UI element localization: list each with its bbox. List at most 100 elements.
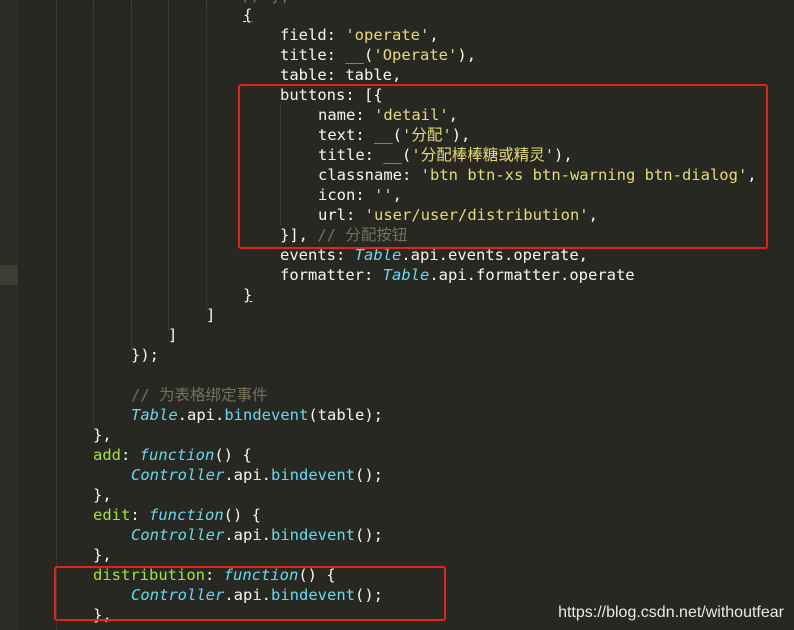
punctuation: }, [93,606,112,624]
code-line[interactable]: text: __('分配'), [318,125,470,145]
keyword: function [139,446,215,464]
code-line[interactable]: }, [93,545,112,565]
function-name: __ [374,126,393,144]
member-access: .api.events.operate, [401,246,588,264]
punctuation: ] [168,326,178,344]
code-line[interactable]: }); [131,345,159,365]
code-line[interactable]: table: table, [280,65,401,85]
punctuation: () { [214,446,252,464]
string-literal: 'Operate' [373,46,458,64]
brace: { [243,6,253,24]
code-line[interactable]: Table.api.bindevent(table); [131,405,383,425]
punctuation: }); [131,346,159,364]
string-literal: 'user/user/distribution' [364,206,589,224]
indent-guide [206,0,207,310]
string-literal: '' [374,186,393,204]
object-key: buttons [280,86,346,104]
string-literal: '分配棒棒糖或精灵' [411,146,555,164]
method-name: bindevent [224,406,309,424]
method-name: bindevent [271,466,355,484]
class-name: Controller [131,526,225,544]
punctuation: ] [206,306,216,324]
code-line[interactable]: ] [206,305,215,325]
object-key: table [280,66,327,84]
code-line[interactable]: url: 'user/user/distribution', [318,205,598,225]
code-line[interactable]: name: 'detail', [318,105,458,125]
string-literal: 'btn btn-xs btn-warning btn-dialog' [420,166,748,184]
current-line-marker [0,265,18,285]
code-line[interactable]: events: Table.api.events.operate, [280,245,588,265]
code-line[interactable]: }], // 分配按钮 [280,225,407,245]
keyword: function [149,506,224,524]
code-line[interactable]: Controller.api.bindevent(); [131,465,383,485]
function-name: __ [345,46,365,64]
punctuation: (); [355,466,383,484]
code-line[interactable]: edit: function() { [93,505,261,525]
code-editor[interactable]: // }, { field: 'operate', title: __('Ope… [0,0,794,630]
method-key: add [93,446,121,464]
indent-guide [131,0,132,350]
comment: // 分配按钮 [317,226,408,244]
identifier: table [345,66,393,84]
punctuation: }, [93,426,112,444]
object-key: formatter [280,266,364,284]
member-access: .api. [224,526,271,544]
code-line[interactable]: title: __('分配棒棒糖或精灵'), [318,145,573,165]
object-key: title [280,46,327,64]
code-line[interactable]: Controller.api.bindevent(); [131,525,383,545]
member-access: .api. [224,586,271,604]
object-key: classname [318,166,402,184]
watermark: https://blog.csdn.net/withoutfear [558,604,784,621]
method-key: distribution [93,566,205,584]
object-key: field [280,26,327,44]
code-line[interactable]: buttons: [{ [280,85,383,105]
string-literal: '分配' [402,126,452,144]
indent-guide [56,0,57,630]
string-literal: 'operate' [345,26,430,44]
member-access: .api. [177,406,225,424]
indent-guide [93,0,94,430]
punctuation: }, [93,546,112,564]
code-line[interactable]: add: function() { [93,445,252,465]
object-key: events [280,246,336,264]
object-key: url [318,206,346,224]
object-key: icon [318,186,356,204]
code-line[interactable]: field: 'operate', [280,25,439,45]
comment: // 为表格绑定事件 [131,386,268,404]
member-access: .api.formatter.operate [429,266,635,284]
object-key: title [318,146,365,164]
code-line[interactable]: distribution: function() { [93,565,336,585]
class-name: Controller [131,586,225,604]
class-name: Controller [131,466,225,484]
code-line[interactable]: { [243,5,252,25]
code-line[interactable]: formatter: Table.api.formatter.operate [280,265,635,285]
object-key: name [318,106,356,124]
indent-guide [168,0,169,330]
code-line[interactable]: } [243,285,252,305]
object-key: text [318,126,356,144]
punctuation: (); [355,526,383,544]
code-line[interactable]: // 为表格绑定事件 [131,385,268,405]
code-line[interactable]: Controller.api.bindevent(); [131,585,383,605]
method-name: bindevent [271,586,355,604]
method-name: bindevent [271,526,355,544]
code-line[interactable]: }, [93,605,112,625]
function-name: __ [383,146,403,164]
punctuation: () { [298,566,336,584]
punctuation: () { [223,506,261,524]
code-line[interactable]: ] [168,325,177,345]
code-line[interactable]: }, [93,485,112,505]
method-key: edit [93,506,131,524]
editor-gutter[interactable] [0,0,18,630]
code-line[interactable]: title: __('Operate'), [280,45,476,65]
class-name: Table [131,406,178,424]
code-line[interactable]: }, [93,425,112,445]
punctuation: }, [93,486,112,504]
class-name: Table [354,246,402,264]
code-line[interactable]: classname: 'btn btn-xs btn-warning btn-d… [318,165,757,185]
indent-guides [0,0,794,630]
code-line[interactable]: icon: '', [318,185,402,205]
string-literal: 'detail' [374,106,449,124]
punctuation: }], [280,226,308,244]
class-name: Table [382,266,430,284]
